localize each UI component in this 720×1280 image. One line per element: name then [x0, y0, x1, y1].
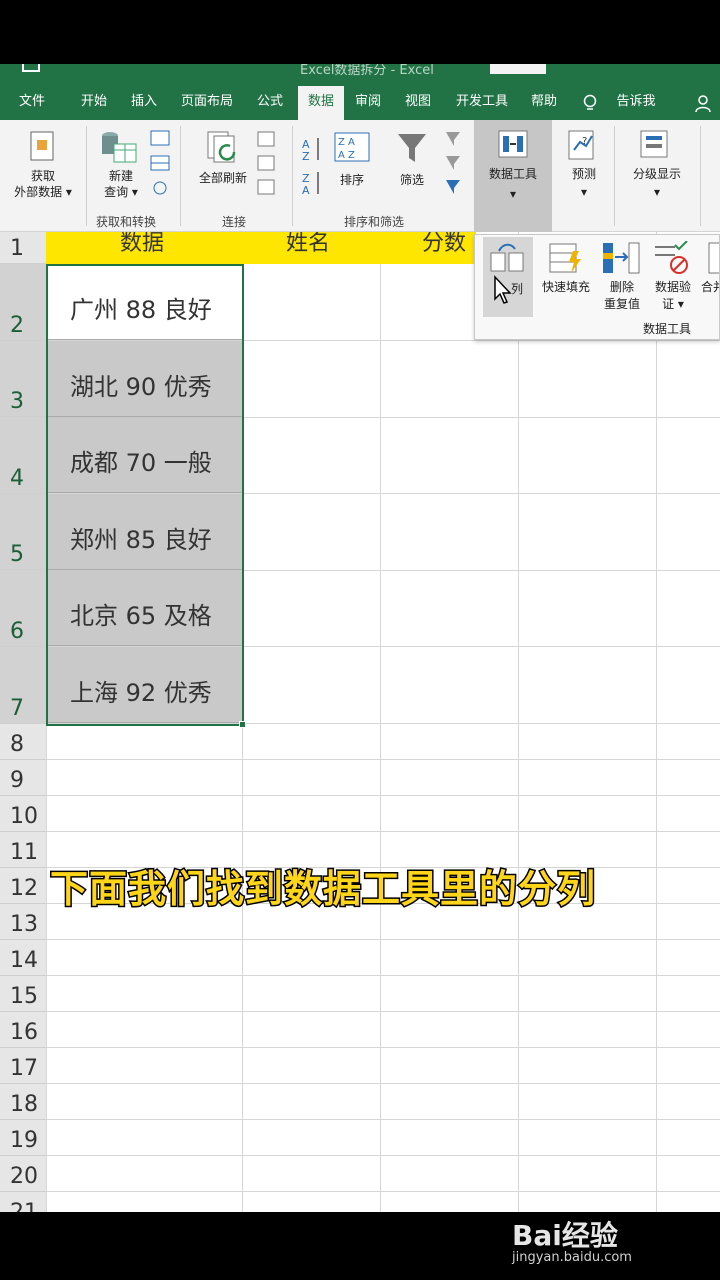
lightbulb-icon [582, 94, 598, 116]
row-header[interactable]: 11 [0, 832, 46, 868]
tell-me-search[interactable]: 告诉我 [606, 86, 666, 120]
external-data-icon [28, 130, 58, 168]
row-header[interactable]: 14 [0, 940, 46, 976]
filter-options-icons[interactable] [444, 130, 464, 204]
forecast-button[interactable]: 预测 [560, 166, 608, 182]
consolidate-icon [707, 241, 719, 279]
window-title: Excel数据拆分 - Excel [300, 64, 434, 78]
outline-button[interactable]: 分级显示 [620, 166, 694, 182]
forecast-icon: ? [568, 130, 598, 166]
forecast-chevron-icon: ▾ [580, 185, 588, 199]
flash-fill-icon [549, 243, 585, 279]
outline-chevron-icon: ▾ [653, 185, 661, 199]
sort-dialog-icon: Z A A Z [334, 132, 370, 168]
new-query-icon [100, 130, 140, 170]
text-to-columns-button[interactable]: 列 [483, 237, 533, 317]
row-header[interactable]: 8 [0, 724, 46, 760]
refresh-all-button[interactable]: 全部刷新 [190, 170, 256, 186]
group-label-sort-filter: 排序和筛选 [344, 215, 405, 229]
tab-view[interactable]: 视图 [396, 86, 440, 120]
row-header[interactable]: 2 [0, 264, 46, 341]
sign-in-button[interactable] [490, 64, 546, 74]
dropdown-group-label: 数据工具 [643, 322, 692, 336]
data-validation-button[interactable]: 数据验证 ▾ [649, 279, 697, 313]
selection-range [46, 264, 244, 726]
tab-home[interactable]: 开始 [72, 86, 116, 120]
fill-handle[interactable] [239, 721, 246, 728]
ribbon-tabs: 文件 开始 插入 页面布局 公式 数据 审阅 视图 开发工具 帮助 告诉我 [0, 86, 720, 120]
svg-text:Z A: Z A [338, 137, 355, 148]
tab-insert[interactable]: 插入 [122, 86, 166, 120]
group-label-connections: 连接 [222, 215, 247, 229]
row-header[interactable]: 18 [0, 1084, 46, 1120]
mouse-cursor-icon [493, 275, 513, 309]
row-header[interactable]: 5 [0, 494, 46, 570]
group-label-get-transform: 获取和转换 [96, 215, 157, 229]
sort-button[interactable]: 排序 [330, 172, 374, 188]
row-header[interactable]: 13 [0, 904, 46, 940]
filter-button[interactable]: 筛选 [390, 172, 434, 188]
chevron-down-icon: ▾ [509, 187, 517, 201]
remove-duplicates-icon [601, 241, 641, 279]
data-validation-icon [653, 240, 691, 279]
text-to-columns-icon [489, 241, 527, 279]
row-header[interactable]: 9 [0, 760, 46, 796]
row-header[interactable]: 17 [0, 1048, 46, 1084]
row-header[interactable]: 21 [0, 1192, 46, 1212]
new-query-button[interactable]: 新建 查询 ▾ [96, 168, 146, 200]
header-cell-data[interactable]: 数据 [120, 232, 164, 256]
get-external-data-button[interactable]: 获取 外部数据 ▾ [4, 168, 82, 200]
svg-text:?: ? [582, 136, 587, 147]
tab-file[interactable]: 文件 [10, 86, 54, 120]
show-queries-icon[interactable] [150, 130, 170, 200]
flash-fill-button[interactable]: 快速填充 [535, 279, 597, 296]
row-header[interactable]: 4 [0, 417, 46, 494]
row-header[interactable]: 16 [0, 1012, 46, 1048]
svg-text:A: A [302, 184, 310, 197]
header-cell-score[interactable]: 分数 [422, 232, 466, 256]
tab-data[interactable]: 数据 [298, 86, 344, 120]
data-tools-icon [498, 130, 528, 162]
worksheet-grid[interactable]: 数据 姓名 分数 1 2 3 4 5 6 7 8 9 10 11 12 13 1… [0, 232, 720, 1212]
remove-duplicates-button[interactable]: 删除 重复值 [599, 279, 645, 313]
refresh-all-icon [206, 130, 242, 170]
header-cell-name[interactable]: 姓名 [286, 232, 330, 256]
tab-developer[interactable]: 开发工具 [446, 86, 518, 120]
watermark-url: jingyan.baidu.com [512, 1250, 632, 1265]
tab-review[interactable]: 审阅 [348, 86, 388, 120]
tab-page-layout[interactable]: 页面布局 [172, 86, 242, 120]
connections-icons[interactable] [256, 130, 276, 200]
row-header[interactable]: 1 [0, 232, 46, 264]
save-icon[interactable] [22, 64, 40, 72]
row-header[interactable]: 6 [0, 570, 46, 647]
row-header[interactable]: 12 [0, 868, 46, 904]
baidu-jingyan-watermark: Bai经验 jingyan.baidu.com [512, 1214, 682, 1270]
svg-text:A Z: A Z [338, 150, 355, 161]
title-bar: Excel数据拆分 - Excel [0, 64, 720, 86]
sort-az-icon[interactable]: AZZA [302, 134, 324, 204]
row-header[interactable]: 20 [0, 1156, 46, 1192]
video-caption: 下面我们找到数据工具里的分列 [49, 866, 597, 913]
svg-text:Z: Z [302, 150, 310, 163]
tab-help[interactable]: 帮助 [522, 86, 566, 120]
header-row [46, 232, 476, 264]
outline-icon [640, 130, 670, 164]
row-header[interactable]: 10 [0, 796, 46, 832]
row-header[interactable]: 3 [0, 341, 46, 417]
tab-formulas[interactable]: 公式 [248, 86, 292, 120]
share-person-icon[interactable] [694, 94, 714, 118]
data-tools-button[interactable]: 数据工具 ▾ [474, 120, 552, 232]
watermark-brand: Bai经验 [512, 1219, 618, 1252]
row-header[interactable]: 19 [0, 1120, 46, 1156]
filter-funnel-icon [396, 132, 428, 168]
consolidate-button[interactable]: 合并 [701, 279, 719, 296]
data-tools-dropdown: 列 快速填充 删除重复值 数据验证 ▾ 合并 数据工具 [474, 234, 720, 340]
row-header[interactable]: 15 [0, 976, 46, 1012]
row-header[interactable]: 7 [0, 647, 46, 724]
ribbon-panel: 获取 外部数据 ▾ 新建 查询 ▾ 获取和转换 全部刷新 连接 AZZA Z AA … [0, 120, 720, 232]
